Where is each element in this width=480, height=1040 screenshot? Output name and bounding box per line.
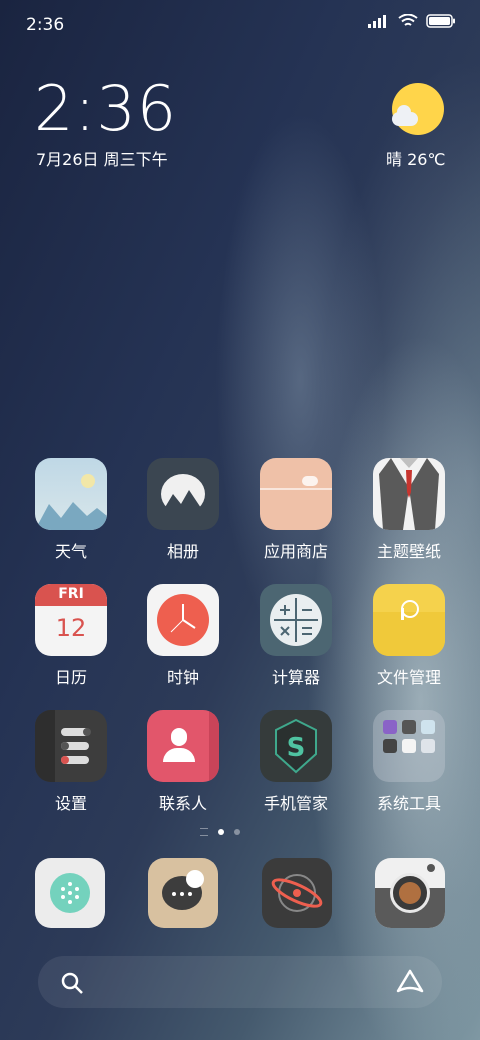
status-time: 2:36 (26, 15, 65, 35)
app-label: 主题壁纸 (376, 542, 441, 561)
search-bar[interactable] (38, 956, 442, 1008)
app-label: 文件管理 (376, 668, 441, 687)
calendar-icon: FRI 12 (35, 584, 107, 656)
settings-icon (35, 710, 107, 782)
weather-widget-text: 晴 26℃ (386, 146, 445, 170)
dock-phone[interactable] (35, 858, 105, 928)
dock-messages[interactable] (148, 858, 218, 928)
app-label: 日历 (54, 668, 87, 687)
status-icons (368, 14, 456, 28)
weather-condition: 晴 (386, 150, 403, 169)
app-label: 联系人 (158, 794, 207, 813)
app-label: 计算器 (271, 668, 320, 687)
app-file-manager[interactable]: 文件管理 (354, 584, 464, 688)
weather-temp: 26℃ (407, 150, 446, 169)
page-dot (234, 829, 240, 835)
phone-icon (35, 858, 105, 928)
app-label: 相册 (166, 542, 199, 561)
security-icon: S (260, 710, 332, 782)
clock-widget-time[interactable]: 2:36 (34, 78, 177, 140)
calculator-icon (260, 584, 332, 656)
contacts-icon (147, 710, 219, 782)
tools-folder-icon (373, 710, 445, 782)
cloud-part (392, 105, 418, 126)
camera-icon (375, 858, 445, 928)
app-label: 手机管家 (263, 794, 328, 813)
gallery-icon (147, 458, 219, 530)
app-store[interactable]: 应用商店 (241, 458, 351, 562)
weather-icon (35, 458, 107, 530)
app-themes[interactable]: 主题壁纸 (354, 458, 464, 562)
calendar-date: 12 (55, 614, 87, 642)
app-label: 应用商店 (263, 542, 328, 561)
svg-text:S: S (287, 733, 306, 763)
file-manager-icon (373, 584, 445, 656)
calendar-day: FRI (58, 586, 84, 602)
app-calculator[interactable]: 计算器 (241, 584, 351, 688)
dock-camera[interactable] (375, 858, 445, 928)
assistant-icon[interactable] (396, 969, 424, 995)
app-label: 系统工具 (376, 794, 441, 813)
page-indicator[interactable] (200, 828, 240, 836)
clock-icon (147, 584, 219, 656)
signal-icon (368, 15, 386, 28)
search-icon[interactable] (60, 971, 84, 995)
app-store-icon (260, 458, 332, 530)
themes-icon (373, 458, 445, 530)
app-gallery[interactable]: 相册 (128, 458, 238, 562)
app-weather[interactable]: 天气 (16, 458, 126, 562)
browser-icon (262, 858, 332, 928)
dock-browser[interactable] (262, 858, 332, 928)
app-tools-folder[interactable]: 系统工具 (354, 710, 464, 814)
app-settings[interactable]: 设置 (16, 710, 126, 814)
app-label: 设置 (54, 794, 87, 813)
app-label: 时钟 (166, 668, 199, 687)
app-contacts[interactable]: 联系人 (128, 710, 238, 814)
messages-icon (148, 858, 218, 928)
battery-icon (426, 14, 455, 28)
app-clock[interactable]: 时钟 (128, 584, 238, 688)
wifi-icon (398, 14, 418, 26)
page-dot-active (218, 829, 224, 835)
app-calendar[interactable]: FRI 12 日历 (16, 584, 126, 688)
app-security[interactable]: S 手机管家 (241, 710, 351, 814)
app-label: 天气 (54, 542, 87, 561)
page-indicator-menu (200, 828, 208, 836)
clock-widget-date: 7月26日 周三下午 (36, 150, 168, 169)
